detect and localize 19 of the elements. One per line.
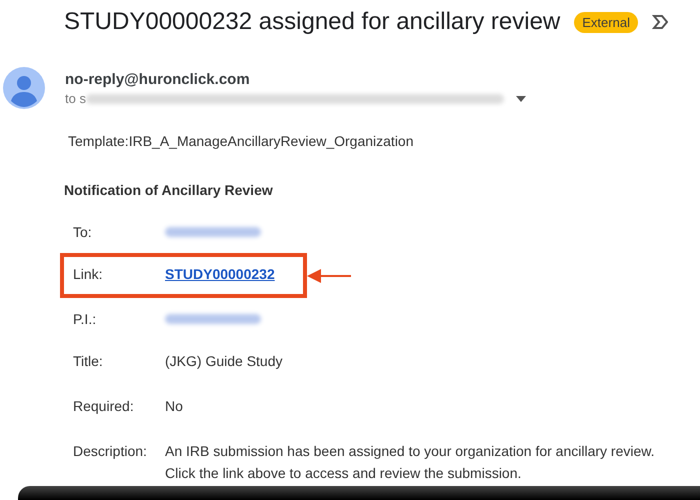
field-label: Link: (73, 266, 104, 282)
recipients-text: to s (65, 91, 86, 106)
email-subject: STUDY00000232 assigned for ancillary review (64, 8, 560, 36)
field-value: (JKG) Guide Study (165, 352, 282, 371)
label-icon[interactable] (652, 14, 668, 30)
field-label: To: (73, 224, 93, 240)
field-value: An IRB submission has been assigned to your organization for ancillary review. Click the link above to access and review the submission. (165, 442, 656, 483)
sender-address: no-reply@huronclick.com (65, 70, 251, 88)
avatar-icon (3, 67, 45, 109)
template-name: Template:IRB_A_ManageAncillaryReview_Organization (68, 133, 415, 149)
caret-icon[interactable] (516, 96, 526, 102)
study-link[interactable]: STUDY00000232 (165, 263, 275, 285)
field-label: P.I.: (73, 311, 98, 327)
field-label: Title: (73, 353, 104, 369)
field-label: Required: (73, 398, 135, 414)
notification-heading: Notification of Ancillary Review (64, 182, 274, 198)
external-label[interactable]: External (574, 12, 638, 32)
field-value: No (165, 397, 183, 416)
field-label: Description: (73, 443, 148, 459)
